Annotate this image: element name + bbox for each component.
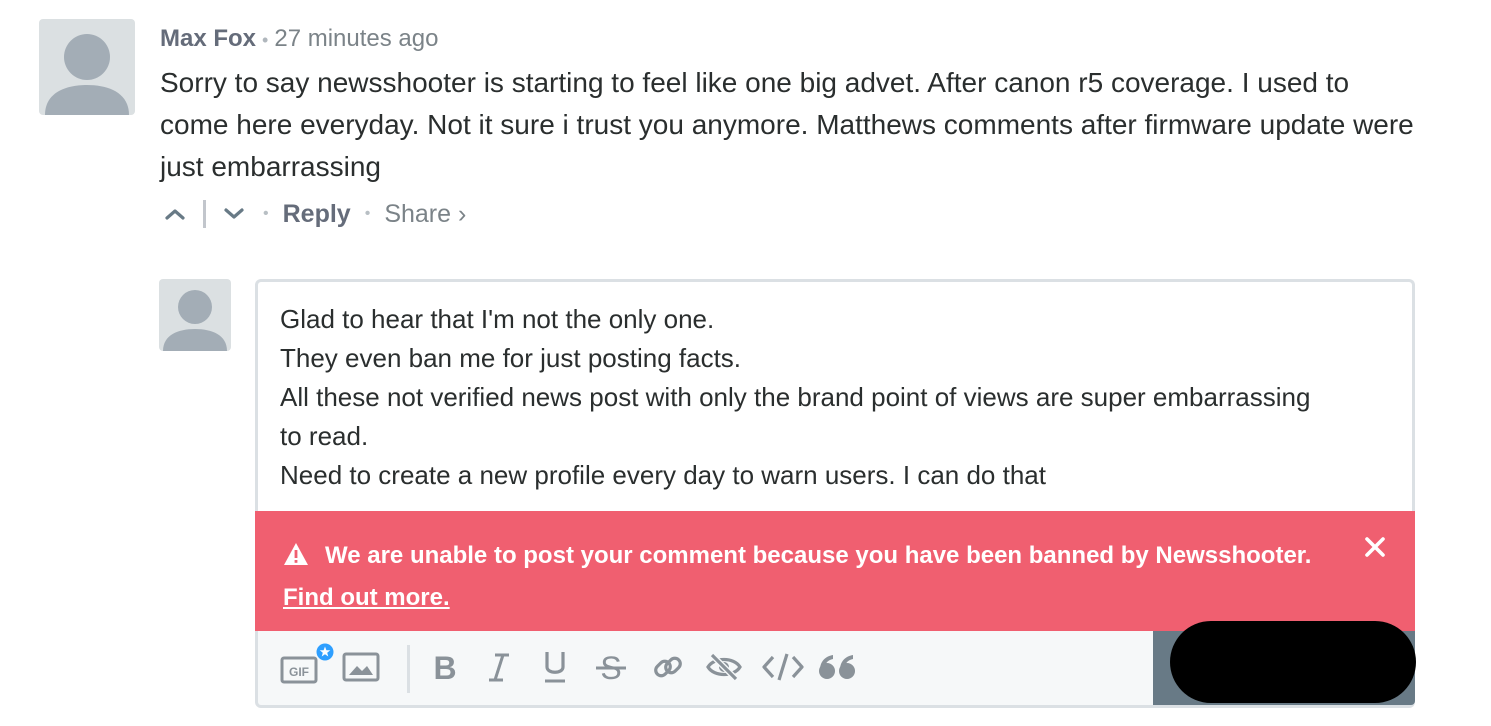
vote-divider bbox=[203, 200, 206, 228]
ban-error-banner: We are unable to post your comment becau… bbox=[255, 511, 1415, 631]
author-name[interactable]: Max Fox bbox=[160, 25, 256, 52]
svg-text:B: B bbox=[433, 650, 456, 684]
link-icon[interactable] bbox=[650, 649, 686, 685]
share-button[interactable]: Share › bbox=[384, 200, 466, 229]
quote-icon[interactable] bbox=[816, 649, 858, 685]
action-separator: • bbox=[263, 205, 269, 222]
comment-actions: • Reply • Share › bbox=[160, 196, 466, 232]
bold-icon[interactable]: B bbox=[428, 649, 462, 685]
reply-avatar[interactable] bbox=[159, 279, 231, 351]
user-silhouette-icon bbox=[163, 290, 227, 351]
reply-text-line: to read. bbox=[280, 421, 369, 451]
reply-editor: Glad to hear that I'm not the only one. … bbox=[255, 279, 1416, 708]
chevron-up-icon bbox=[165, 209, 185, 220]
reply-button[interactable]: Reply bbox=[283, 200, 351, 229]
reply-text-line: They even ban me for just posting facts. bbox=[280, 343, 742, 373]
reply-text-line: All these not verified news post with on… bbox=[280, 382, 1311, 412]
spoiler-icon[interactable] bbox=[704, 649, 744, 685]
comment-header: Max Fox • 27 minutes ago bbox=[160, 24, 438, 55]
warning-icon bbox=[283, 542, 309, 566]
comment-timestamp[interactable]: 27 minutes ago bbox=[274, 25, 438, 52]
close-icon[interactable] bbox=[1363, 535, 1387, 559]
action-separator: • bbox=[364, 205, 371, 222]
upvote-button[interactable] bbox=[160, 199, 190, 229]
chevron-down-icon bbox=[224, 208, 244, 219]
gif-label: GIF bbox=[289, 665, 309, 679]
code-icon[interactable] bbox=[761, 649, 805, 685]
comment-body: Sorry to say newsshooter is starting to … bbox=[160, 67, 1414, 182]
toolbar-divider bbox=[407, 645, 410, 693]
italic-icon[interactable] bbox=[483, 649, 515, 685]
find-out-more-link[interactable]: Find out more. bbox=[283, 584, 450, 611]
reply-text-line: Glad to hear that I'm not the only one. bbox=[280, 304, 715, 334]
avatar[interactable] bbox=[39, 19, 135, 115]
strikethrough-icon[interactable]: S bbox=[594, 649, 628, 685]
comment-thread: Max Fox • 27 minutes ago Sorry to say news… bbox=[0, 0, 1491, 726]
reply-textarea[interactable]: Glad to hear that I'm not the only one. … bbox=[255, 279, 1415, 511]
downvote-button[interactable] bbox=[219, 199, 249, 229]
underline-icon[interactable] bbox=[540, 649, 570, 685]
user-silhouette-icon bbox=[45, 34, 129, 115]
new-badge-icon bbox=[316, 643, 334, 661]
gif-icon[interactable]: GIF bbox=[278, 643, 334, 685]
redaction-overlay bbox=[1170, 621, 1416, 703]
meta-separator: • bbox=[262, 30, 269, 50]
reply-text-line: Need to create a new profile every day t… bbox=[280, 460, 1046, 490]
error-message: We are unable to post your comment becau… bbox=[325, 542, 1312, 569]
image-icon[interactable] bbox=[340, 649, 382, 685]
